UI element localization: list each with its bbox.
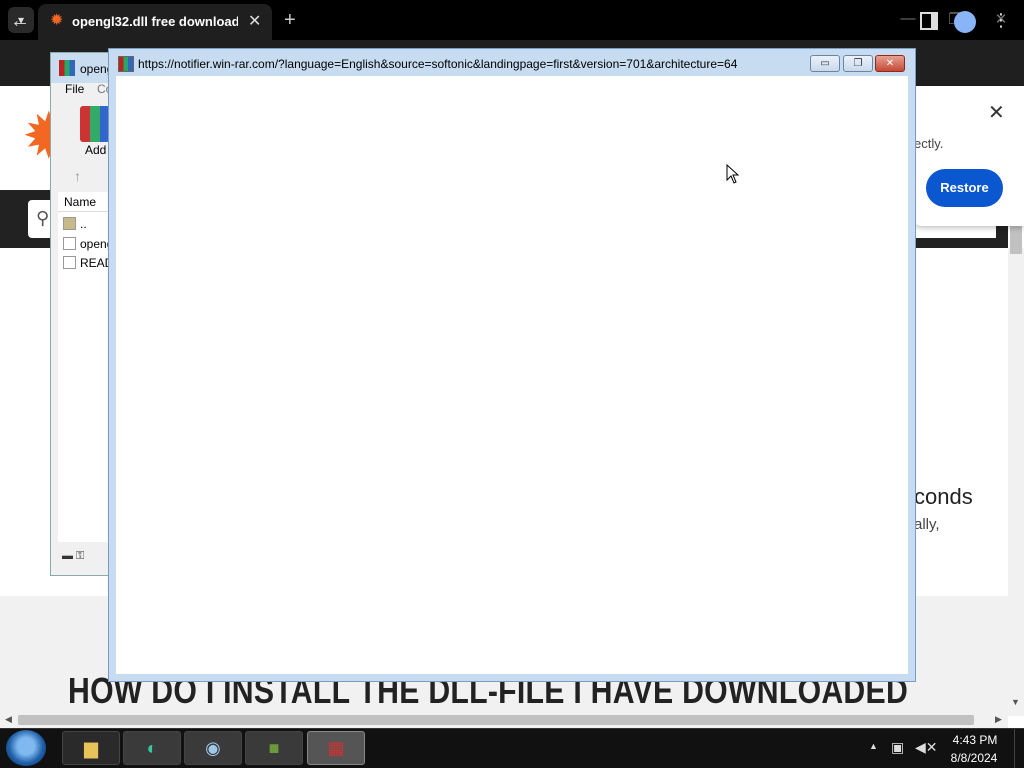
popup-url-title: https://notifier.win-rar.com/?language=E…	[138, 57, 738, 71]
list-item[interactable]: ..	[80, 217, 87, 231]
winrar-icon: ▦	[327, 738, 345, 758]
clock-date[interactable]: 8/8/2024	[944, 751, 1004, 765]
tray-show-hidden-icon[interactable]: ▲	[869, 741, 878, 751]
dll-file-icon	[63, 237, 76, 250]
minecraft-icon: ■	[268, 738, 280, 758]
mouse-cursor-icon	[726, 164, 740, 184]
article-text-fragment-2: ally,	[914, 516, 940, 533]
winrar-app-icon	[118, 56, 134, 72]
column-header-name[interactable]: Name	[58, 192, 112, 212]
text-file-icon	[63, 256, 76, 269]
tab-title: opengl32.dll free download | D	[72, 14, 238, 29]
clock-time[interactable]: 4:43 PM	[950, 733, 1000, 747]
winrar-add-label[interactable]: Add	[85, 143, 106, 157]
up-arrow-icon[interactable]: ↑	[74, 168, 81, 184]
popup-minimize-button[interactable]: ▭	[810, 55, 840, 72]
vertical-scrollbar-thumb[interactable]	[1010, 226, 1022, 254]
browser-menu-icon[interactable]: ⋮	[990, 10, 1012, 36]
volume-muted-icon[interactable]: ◀✕	[915, 739, 938, 756]
window-minimize-button[interactable]: —	[893, 10, 923, 27]
scroll-right-arrow-icon[interactable]: ▶	[995, 714, 1002, 725]
show-desktop-button[interactable]	[1014, 729, 1024, 768]
article-text-fragment: conds	[914, 484, 973, 509]
winrar-app-icon	[59, 60, 75, 76]
tab-close-button[interactable]: ✕	[248, 11, 261, 31]
network-icon[interactable]: ▣	[891, 739, 904, 756]
winrar-menu-file[interactable]: File	[65, 82, 84, 96]
new-tab-button[interactable]: +	[284, 9, 296, 32]
profile-avatar-icon[interactable]	[954, 11, 976, 33]
restore-button[interactable]: Restore	[926, 169, 1003, 207]
winrar-add-icon[interactable]	[80, 106, 110, 142]
search-icon: ⚲	[36, 208, 50, 228]
steam-icon: ◉	[205, 738, 221, 758]
restore-popup-close-button[interactable]: ✕	[988, 100, 1005, 125]
start-button-icon[interactable]	[6, 730, 46, 766]
folder-icon: ▆	[84, 738, 98, 758]
scroll-down-arrow-icon[interactable]: ▼	[1011, 697, 1020, 707]
browser-tab-active[interactable]: ✹ opengl32.dll free download | D ✕	[38, 4, 272, 40]
folder-up-icon	[63, 217, 76, 230]
softonic-favicon-icon: ✹	[50, 12, 64, 29]
drive-lock-status-icon: ▬ ⚿	[62, 550, 85, 562]
edge-icon: ◐	[146, 738, 158, 758]
popup-maximize-button[interactable]: ❐	[843, 55, 873, 72]
vertical-scrollbar[interactable]	[1008, 248, 1024, 716]
side-panel-icon[interactable]	[920, 12, 938, 30]
back-arrow-icon[interactable]: ←	[10, 10, 30, 33]
popup-content-area[interactable]	[116, 76, 908, 674]
popup-close-button[interactable]: ✕	[875, 55, 905, 72]
scroll-left-arrow-icon[interactable]: ◀	[5, 714, 12, 725]
horizontal-scrollbar-thumb[interactable]	[18, 715, 974, 725]
restore-popup-message: ectly.	[914, 136, 944, 151]
